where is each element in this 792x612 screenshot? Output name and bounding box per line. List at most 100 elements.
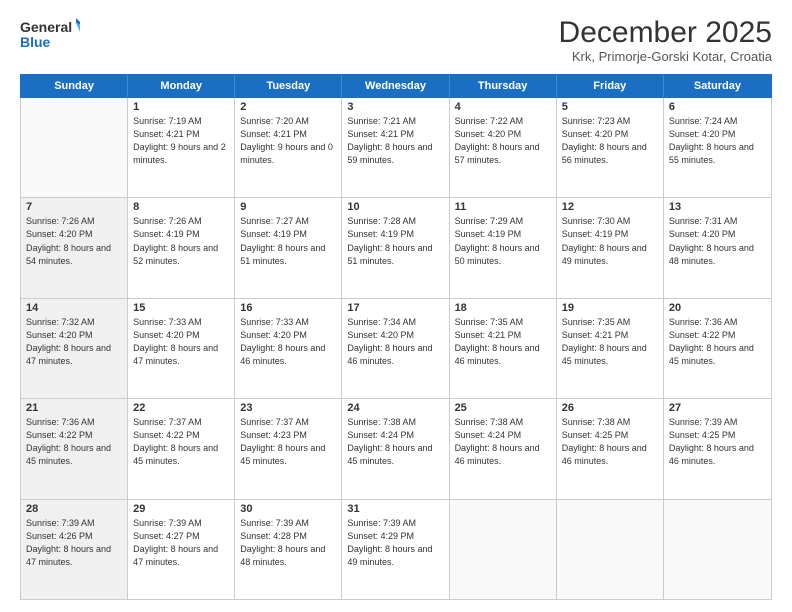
calendar-cell: 7 Sunrise: 7:26 AMSunset: 4:20 PMDaylight… bbox=[21, 198, 128, 297]
day-number: 5 bbox=[562, 101, 658, 113]
calendar-cell: 13Sunrise: 7:31 AMSunset: 4:20 PMDayligh… bbox=[664, 198, 771, 297]
calendar-cell: 25Sunrise: 7:38 AMSunset: 4:24 PMDayligh… bbox=[450, 399, 557, 498]
cell-info: Sunrise: 7:27 AMSunset: 4:19 PMDaylight:… bbox=[240, 215, 336, 267]
calendar-cell: 28Sunrise: 7:39 AMSunset: 4:26 PMDayligh… bbox=[21, 500, 128, 599]
calendar-header-cell: Thursday bbox=[450, 75, 557, 97]
day-number: 19 bbox=[562, 302, 658, 314]
day-number: 10 bbox=[347, 201, 443, 213]
calendar-cell: 9Sunrise: 7:27 AMSunset: 4:19 PMDaylight… bbox=[235, 198, 342, 297]
day-number: 28 bbox=[26, 503, 122, 515]
day-number: 8 bbox=[133, 201, 229, 213]
cell-info: Sunrise: 7:20 AMSunset: 4:21 PMDaylight:… bbox=[240, 115, 336, 167]
day-number: 14 bbox=[26, 302, 122, 314]
day-number: 11 bbox=[455, 201, 551, 213]
cell-info: Sunrise: 7:34 AMSunset: 4:20 PMDaylight:… bbox=[347, 316, 443, 368]
header: General Blue December 2025 Krk, Primorje… bbox=[20, 16, 772, 64]
calendar-header-cell: Sunday bbox=[21, 75, 128, 97]
day-number: 24 bbox=[347, 402, 443, 414]
day-number: 16 bbox=[240, 302, 336, 314]
calendar-header-cell: Saturday bbox=[664, 75, 771, 97]
calendar-cell: 19 Sunrise: 7:35 AMSunset: 4:21 PMDayligh… bbox=[557, 299, 664, 398]
calendar-cell: 11Sunrise: 7:29 AMSunset: 4:19 PMDayligh… bbox=[450, 198, 557, 297]
calendar-cell: 10Sunrise: 7:28 AMSunset: 4:19 PMDayligh… bbox=[342, 198, 449, 297]
calendar-cell: 17 Sunrise: 7:34 AMSunset: 4:20 PMDayligh… bbox=[342, 299, 449, 398]
calendar-cell: 6 Sunrise: 7:24 AMSunset: 4:20 PMDaylight… bbox=[664, 98, 771, 197]
day-number: 26 bbox=[562, 402, 658, 414]
calendar-cell: 15 Sunrise: 7:33 AMSunset: 4:20 PMDayligh… bbox=[128, 299, 235, 398]
calendar-week: 7 Sunrise: 7:26 AMSunset: 4:20 PMDaylight… bbox=[21, 198, 771, 298]
subtitle: Krk, Primorje-Gorski Kotar, Croatia bbox=[559, 49, 772, 64]
cell-info: Sunrise: 7:36 AMSunset: 4:22 PMDaylight:… bbox=[26, 416, 122, 468]
calendar: SundayMondayTuesdayWednesdayThursdayFrid… bbox=[20, 74, 772, 600]
day-number: 1 bbox=[133, 101, 229, 113]
cell-info: Sunrise: 7:35 AMSunset: 4:21 PMDaylight:… bbox=[455, 316, 551, 368]
cell-info: Sunrise: 7:37 AMSunset: 4:23 PMDaylight:… bbox=[240, 416, 336, 468]
day-number: 31 bbox=[347, 503, 443, 515]
cell-info: Sunrise: 7:38 AMSunset: 4:25 PMDaylight:… bbox=[562, 416, 658, 468]
day-number: 21 bbox=[26, 402, 122, 414]
cell-info: Sunrise: 7:37 AMSunset: 4:22 PMDaylight:… bbox=[133, 416, 229, 468]
cell-info: Sunrise: 7:35 AMSunset: 4:21 PMDaylight:… bbox=[562, 316, 658, 368]
calendar-cell: 3 Sunrise: 7:21 AMSunset: 4:21 PMDaylight… bbox=[342, 98, 449, 197]
calendar-cell: 1 Sunrise: 7:19 AMSunset: 4:21 PMDaylight… bbox=[128, 98, 235, 197]
calendar-cell: 2 Sunrise: 7:20 AMSunset: 4:21 PMDaylight… bbox=[235, 98, 342, 197]
day-number: 20 bbox=[669, 302, 766, 314]
calendar-cell: 27Sunrise: 7:39 AMSunset: 4:25 PMDayligh… bbox=[664, 399, 771, 498]
calendar-cell: 24 Sunrise: 7:38 AMSunset: 4:24 PMDayligh… bbox=[342, 399, 449, 498]
svg-text:General: General bbox=[20, 19, 72, 35]
calendar-cell bbox=[21, 98, 128, 197]
cell-info: Sunrise: 7:33 AMSunset: 4:20 PMDaylight:… bbox=[133, 316, 229, 368]
day-number: 17 bbox=[347, 302, 443, 314]
calendar-header-cell: Wednesday bbox=[342, 75, 449, 97]
cell-info: Sunrise: 7:19 AMSunset: 4:21 PMDaylight:… bbox=[133, 115, 229, 167]
calendar-cell bbox=[557, 500, 664, 599]
calendar-cell: 30Sunrise: 7:39 AMSunset: 4:28 PMDayligh… bbox=[235, 500, 342, 599]
page: General Blue December 2025 Krk, Primorje… bbox=[0, 0, 792, 612]
cell-info: Sunrise: 7:32 AMSunset: 4:20 PMDaylight:… bbox=[26, 316, 122, 368]
calendar-cell: 16 Sunrise: 7:33 AMSunset: 4:20 PMDayligh… bbox=[235, 299, 342, 398]
cell-info: Sunrise: 7:22 AMSunset: 4:20 PMDaylight:… bbox=[455, 115, 551, 167]
day-number: 2 bbox=[240, 101, 336, 113]
calendar-cell: 14 Sunrise: 7:32 AMSunset: 4:20 PMDayligh… bbox=[21, 299, 128, 398]
day-number: 23 bbox=[240, 402, 336, 414]
calendar-header-cell: Monday bbox=[128, 75, 235, 97]
calendar-cell: 23 Sunrise: 7:37 AMSunset: 4:23 PMDayligh… bbox=[235, 399, 342, 498]
cell-info: Sunrise: 7:26 AMSunset: 4:20 PMDaylight:… bbox=[26, 215, 122, 267]
calendar-header-cell: Friday bbox=[557, 75, 664, 97]
calendar-cell bbox=[450, 500, 557, 599]
day-number: 30 bbox=[240, 503, 336, 515]
day-number: 6 bbox=[669, 101, 766, 113]
calendar-cell: 8 Sunrise: 7:26 AMSunset: 4:19 PMDaylight… bbox=[128, 198, 235, 297]
cell-info: Sunrise: 7:21 AMSunset: 4:21 PMDaylight:… bbox=[347, 115, 443, 167]
day-number: 12 bbox=[562, 201, 658, 213]
svg-text:Blue: Blue bbox=[20, 34, 51, 50]
calendar-cell: 4Sunrise: 7:22 AMSunset: 4:20 PMDaylight… bbox=[450, 98, 557, 197]
cell-info: Sunrise: 7:30 AMSunset: 4:19 PMDaylight:… bbox=[562, 215, 658, 267]
day-number: 27 bbox=[669, 402, 766, 414]
calendar-cell: 22 Sunrise: 7:37 AMSunset: 4:22 PMDayligh… bbox=[128, 399, 235, 498]
day-number: 7 bbox=[26, 201, 122, 213]
cell-info: Sunrise: 7:38 AMSunset: 4:24 PMDaylight:… bbox=[347, 416, 443, 468]
calendar-cell: 29Sunrise: 7:39 AMSunset: 4:27 PMDayligh… bbox=[128, 500, 235, 599]
day-number: 18 bbox=[455, 302, 551, 314]
calendar-cell: 5 Sunrise: 7:23 AMSunset: 4:20 PMDaylight… bbox=[557, 98, 664, 197]
calendar-cell: 12 Sunrise: 7:30 AMSunset: 4:19 PMDayligh… bbox=[557, 198, 664, 297]
cell-info: Sunrise: 7:33 AMSunset: 4:20 PMDaylight:… bbox=[240, 316, 336, 368]
cell-info: Sunrise: 7:39 AMSunset: 4:29 PMDaylight:… bbox=[347, 517, 443, 569]
cell-info: Sunrise: 7:23 AMSunset: 4:20 PMDaylight:… bbox=[562, 115, 658, 167]
cell-info: Sunrise: 7:24 AMSunset: 4:20 PMDaylight:… bbox=[669, 115, 766, 167]
title-block: December 2025 Krk, Primorje-Gorski Kotar… bbox=[559, 16, 772, 64]
calendar-cell bbox=[664, 500, 771, 599]
cell-info: Sunrise: 7:31 AMSunset: 4:20 PMDaylight:… bbox=[669, 215, 766, 267]
day-number: 15 bbox=[133, 302, 229, 314]
calendar-cell: 21 Sunrise: 7:36 AMSunset: 4:22 PMDayligh… bbox=[21, 399, 128, 498]
calendar-week: 21 Sunrise: 7:36 AMSunset: 4:22 PMDayligh… bbox=[21, 399, 771, 499]
calendar-body: 1 Sunrise: 7:19 AMSunset: 4:21 PMDaylight… bbox=[20, 98, 772, 600]
calendar-cell: 20Sunrise: 7:36 AMSunset: 4:22 PMDayligh… bbox=[664, 299, 771, 398]
day-number: 29 bbox=[133, 503, 229, 515]
calendar-week: 1 Sunrise: 7:19 AMSunset: 4:21 PMDaylight… bbox=[21, 98, 771, 198]
cell-info: Sunrise: 7:26 AMSunset: 4:19 PMDaylight:… bbox=[133, 215, 229, 267]
cell-info: Sunrise: 7:38 AMSunset: 4:24 PMDaylight:… bbox=[455, 416, 551, 468]
day-number: 3 bbox=[347, 101, 443, 113]
day-number: 22 bbox=[133, 402, 229, 414]
